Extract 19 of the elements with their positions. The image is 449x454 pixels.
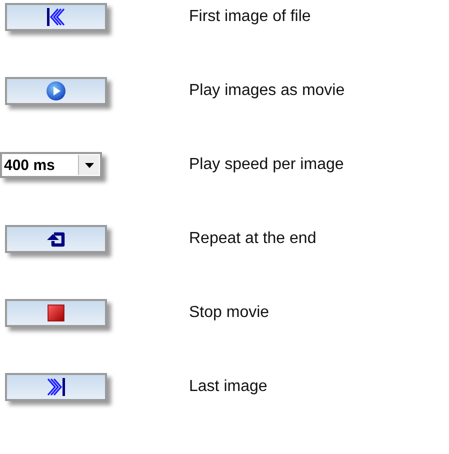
speed-dropdown[interactable]: 400 ms: [0, 152, 102, 178]
control-description: Play images as movie: [189, 82, 345, 100]
caret-icon: [84, 162, 94, 168]
control-description: First image of file: [189, 8, 311, 26]
skip-to-end-icon: [46, 378, 66, 396]
first-image-button[interactable]: [5, 3, 107, 31]
control-description: Stop movie: [189, 304, 270, 322]
control-description: Last image: [189, 378, 268, 396]
play-button[interactable]: [5, 77, 107, 105]
stop-icon: [47, 304, 65, 322]
dropdown-button[interactable]: [78, 155, 99, 175]
stop-button[interactable]: [5, 299, 107, 327]
play-icon: [46, 81, 66, 101]
last-image-button[interactable]: [5, 373, 107, 401]
repeat-icon: [46, 230, 66, 248]
repeat-button[interactable]: [5, 225, 107, 253]
control-description: Play speed per image: [189, 156, 344, 174]
skip-to-start-icon: [46, 8, 66, 26]
control-description: Repeat at the end: [189, 230, 316, 248]
